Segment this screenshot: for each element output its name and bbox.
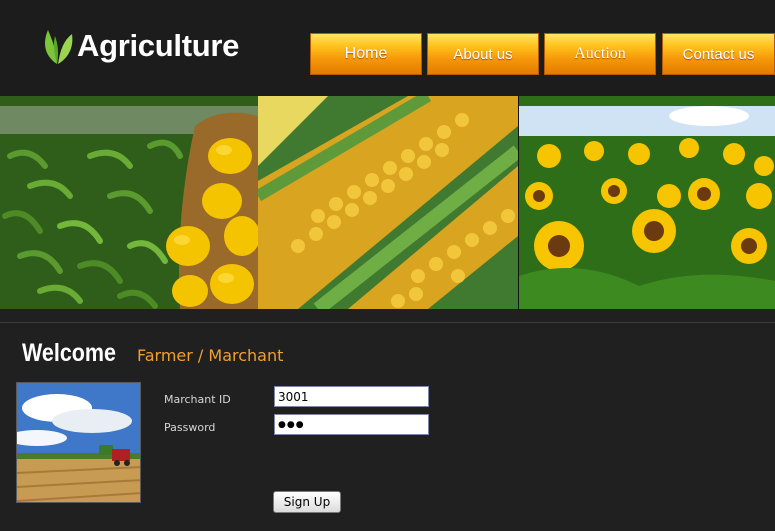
- site-header: Agriculture Home About us Auction Contac…: [0, 0, 775, 96]
- nav-home-button[interactable]: Home: [310, 33, 422, 75]
- welcome-heading: Welcome Farmer / Marchant: [22, 339, 283, 368]
- farm-harvest-photo: [16, 382, 141, 503]
- password-label: Password: [164, 421, 216, 434]
- merchant-id-label: Marchant ID: [164, 393, 231, 406]
- corn-cobs-photo: [258, 96, 518, 309]
- nav-contact-button[interactable]: Contact us: [662, 33, 775, 75]
- hero-banner: [0, 96, 775, 309]
- logo-text: Agriculture: [77, 28, 240, 63]
- site-logo[interactable]: Agriculture: [42, 24, 239, 68]
- welcome-subtitle: Farmer / Marchant: [137, 346, 284, 365]
- welcome-title: Welcome: [22, 339, 117, 367]
- merchant-id-input[interactable]: 3001: [274, 386, 429, 407]
- password-input[interactable]: ●●●: [274, 414, 429, 435]
- leaf-icon: [45, 30, 73, 64]
- sunflower-field-photo: [519, 96, 775, 309]
- password-mask: ●●●: [278, 419, 305, 430]
- merchant-id-value: 3001: [278, 389, 309, 404]
- nav-auction-button[interactable]: Auction: [544, 33, 656, 75]
- nav-about-button[interactable]: About us: [427, 33, 539, 75]
- green-beans-and-peppers-photo: [0, 96, 258, 309]
- sign-up-button[interactable]: Sign Up: [273, 491, 341, 513]
- section-divider: [0, 322, 775, 323]
